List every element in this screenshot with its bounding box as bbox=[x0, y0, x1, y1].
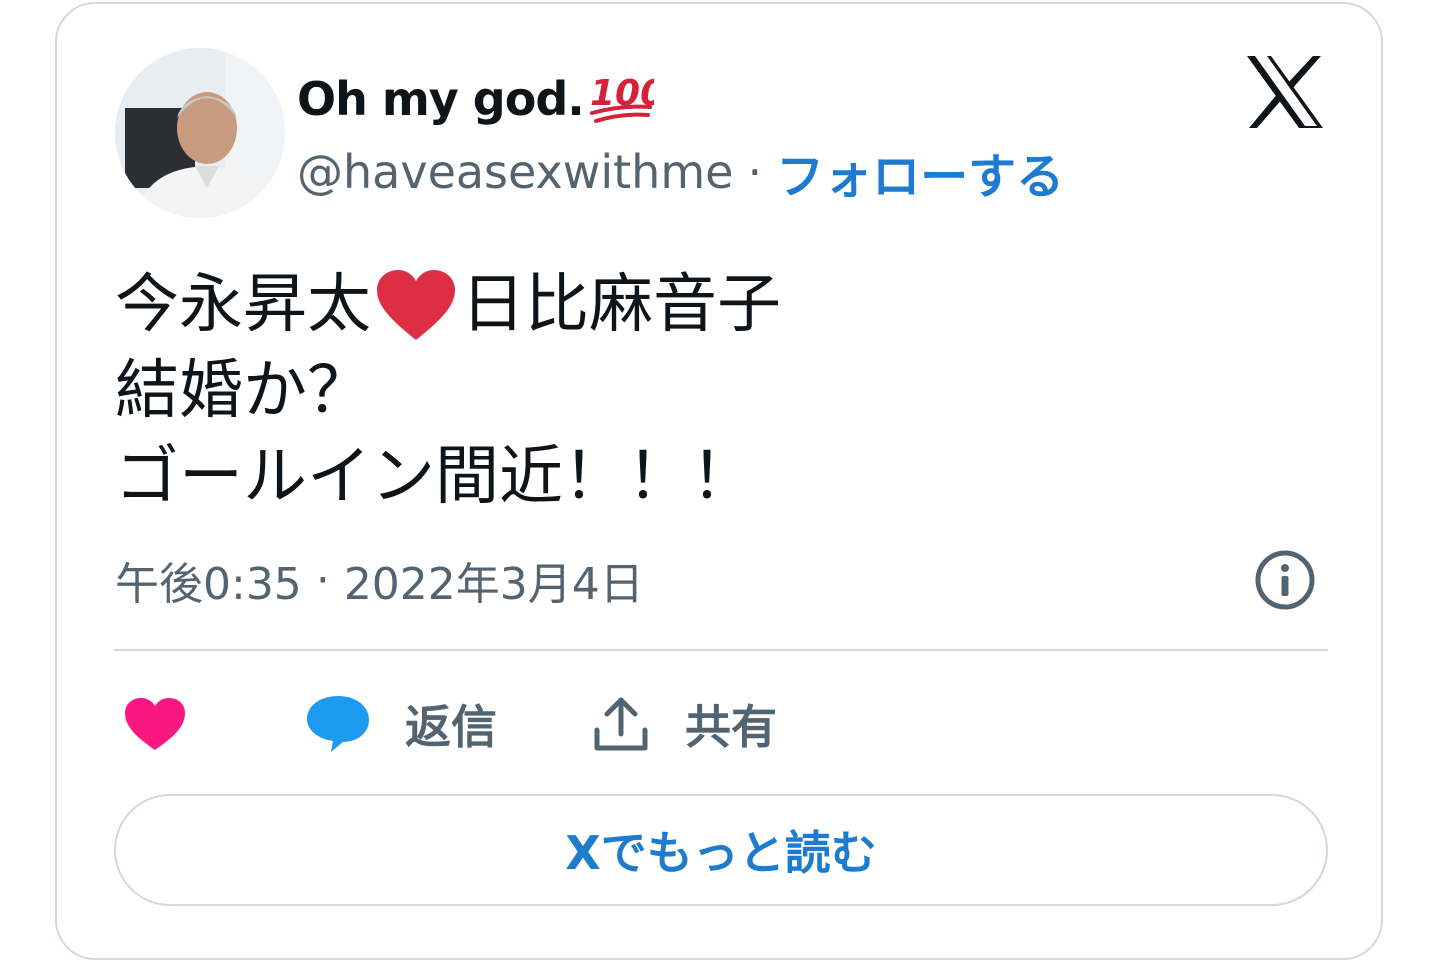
upload-icon bbox=[594, 697, 648, 751]
tweet-actions: 返信 共有 bbox=[115, 684, 1315, 764]
handle-separator: · bbox=[747, 145, 763, 199]
timestamp-separator: · bbox=[315, 554, 330, 606]
avatar[interactable] bbox=[115, 48, 285, 218]
read-more-button[interactable]: Xでもっと読む bbox=[114, 794, 1328, 906]
tweet-line-3: ゴールイン間近！！！ bbox=[115, 440, 755, 514]
tweet-time: 午後0:35 bbox=[115, 559, 302, 610]
tweet-card: Oh my god. 100 @haveasexwithme · フォローする … bbox=[55, 2, 1383, 960]
info-icon[interactable] bbox=[1253, 548, 1317, 612]
tweet-timestamp[interactable]: 午後0:35 · 2022年3月4日 bbox=[115, 548, 644, 612]
speech-bubble-icon bbox=[307, 696, 369, 752]
reply-label: 返信 bbox=[405, 700, 497, 754]
display-name[interactable]: Oh my god. bbox=[297, 72, 585, 126]
like-button[interactable] bbox=[123, 684, 187, 764]
red-heart-icon bbox=[377, 270, 455, 340]
share-label: 共有 bbox=[685, 700, 777, 754]
heart-icon bbox=[125, 698, 185, 750]
author-name-row[interactable]: Oh my god. 100 bbox=[297, 64, 654, 134]
tweet-line-1: 今永昇太 日比麻音子 bbox=[115, 262, 781, 348]
tweet-line-1-before: 今永昇太 bbox=[115, 268, 371, 342]
x-logo-icon[interactable] bbox=[1245, 54, 1325, 130]
tweet-text: 今永昇太 日比麻音子 結婚か？ ゴールイン間近！！！ bbox=[115, 262, 781, 520]
hundred-points-icon: 100 bbox=[589, 73, 654, 123]
tweet-date: 2022年3月4日 bbox=[343, 559, 644, 610]
tweet-line-1-after: 日比麻音子 bbox=[461, 268, 781, 342]
follow-button[interactable]: フォローする bbox=[776, 137, 1064, 207]
divider bbox=[114, 649, 1328, 651]
avatar-photo bbox=[115, 48, 285, 218]
reply-button[interactable]: 返信 bbox=[305, 684, 497, 764]
author-handle-row: @haveasexwithme · フォローする bbox=[297, 137, 1064, 207]
tweet-line-2: 結婚か？ bbox=[115, 354, 371, 428]
author-handle[interactable]: @haveasexwithme bbox=[297, 145, 733, 199]
share-button[interactable]: 共有 bbox=[591, 684, 777, 764]
